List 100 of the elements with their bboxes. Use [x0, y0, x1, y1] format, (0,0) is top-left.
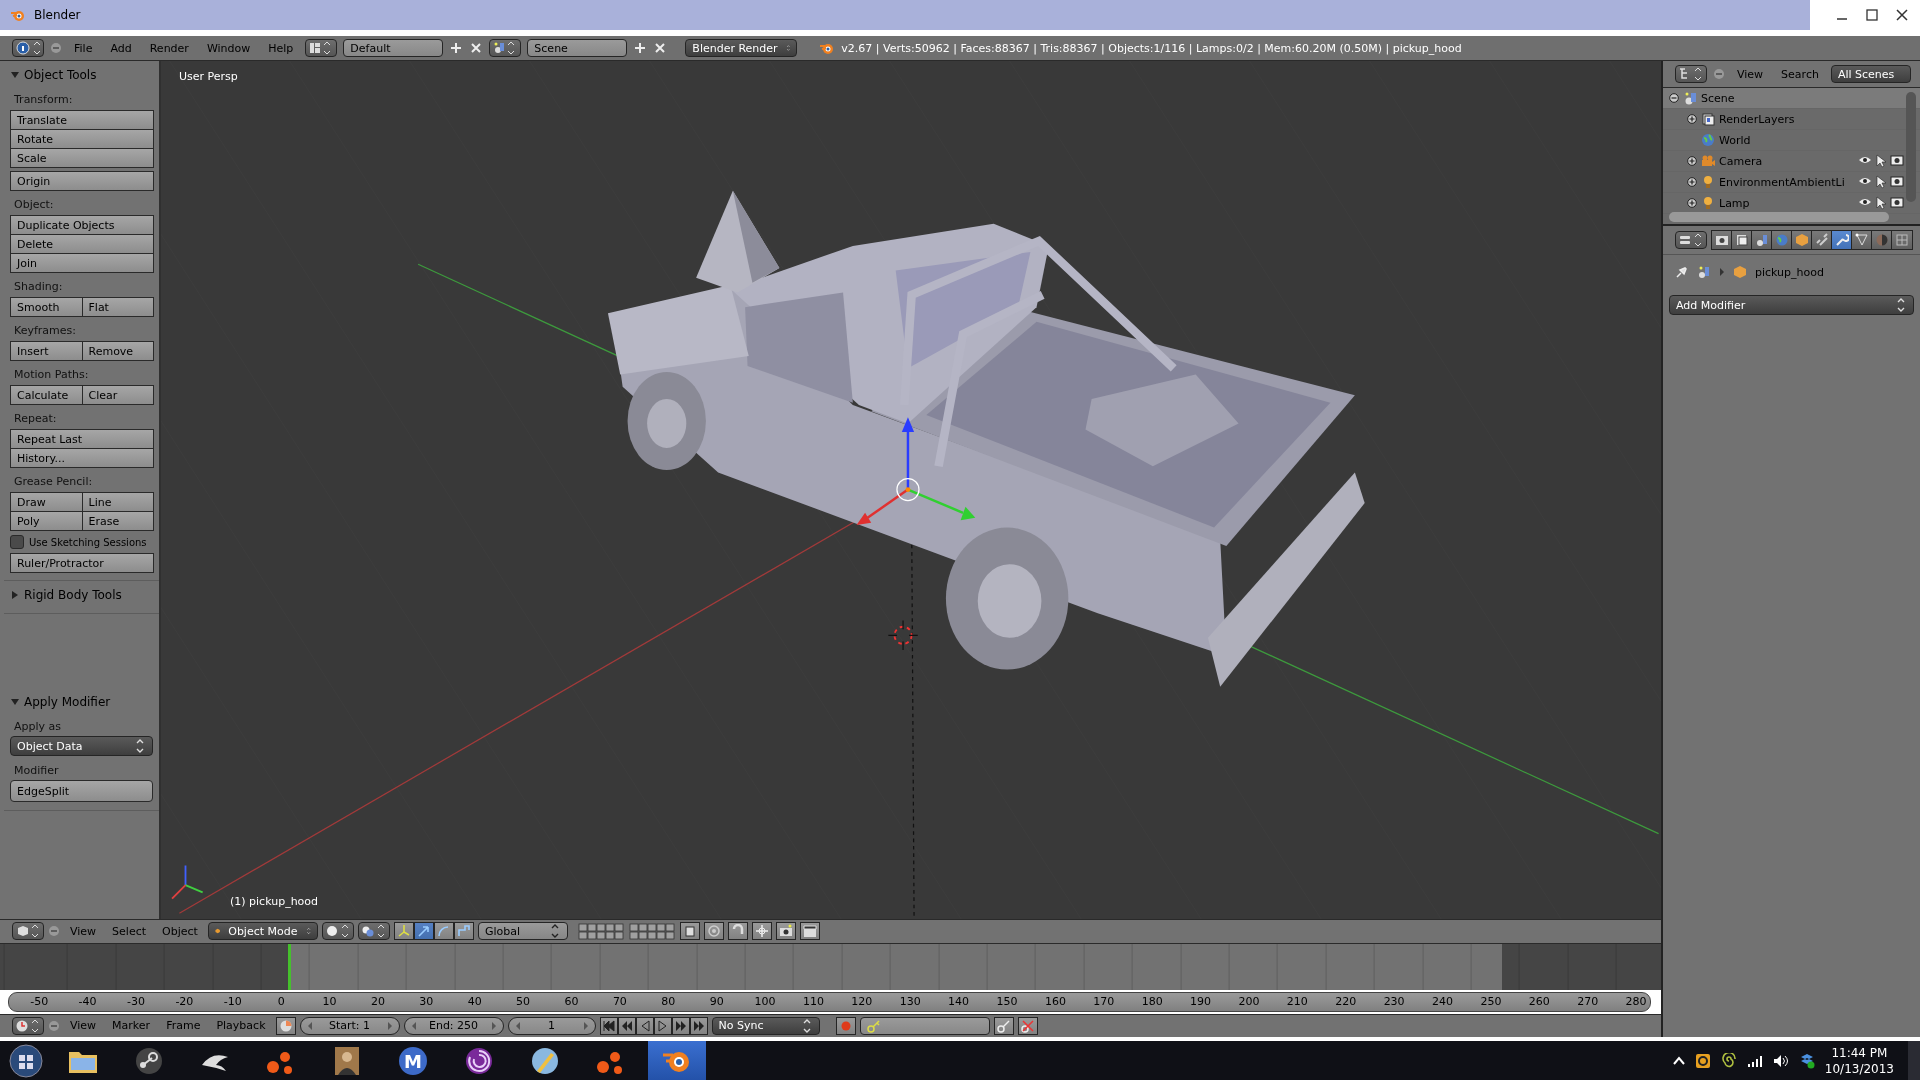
- add-icon[interactable]: [633, 41, 648, 55]
- tool-button[interactable]: Translate: [10, 110, 154, 130]
- close-icon[interactable]: [1896, 9, 1908, 21]
- lock-camera-icon[interactable]: [679, 922, 700, 941]
- record-icon[interactable]: [835, 1016, 856, 1035]
- jump-end-icon[interactable]: [689, 1016, 708, 1035]
- expand-toggle-icon[interactable]: [1687, 177, 1697, 187]
- preview-range-icon[interactable]: [275, 1016, 296, 1035]
- tool-button[interactable]: Remove: [81, 341, 154, 361]
- expand-toggle-icon[interactable]: [1687, 198, 1697, 208]
- menu-item[interactable]: View: [1731, 67, 1770, 81]
- add-icon[interactable]: [449, 41, 464, 55]
- tool-button[interactable]: Smooth: [10, 297, 83, 317]
- scene-tab-icon[interactable]: [1751, 230, 1773, 250]
- menu-item[interactable]: Select: [106, 924, 153, 938]
- menu-item[interactable]: Help: [262, 41, 300, 55]
- render-camera-icon[interactable]: [1890, 175, 1904, 187]
- expand-toggle-icon[interactable]: [1687, 156, 1697, 166]
- render-camera-icon[interactable]: [1890, 154, 1904, 166]
- remove-icon[interactable]: [653, 41, 668, 55]
- menu-item[interactable]: Marker: [106, 1019, 157, 1033]
- checkbox[interactable]: [10, 535, 24, 549]
- modifier-field[interactable]: EdgeSplit: [10, 780, 153, 802]
- wrench-tab-icon[interactable]: [1831, 230, 1853, 250]
- vertex-triangle-tab-icon[interactable]: [1851, 230, 1873, 250]
- pointer-arrow-icon[interactable]: [1876, 196, 1886, 210]
- previous-keyframe-icon[interactable]: [617, 1016, 636, 1035]
- timeline-editor-icon[interactable]: [12, 1016, 44, 1035]
- pivot-point-icon[interactable]: [357, 922, 390, 941]
- mode-dropdown[interactable]: Object Mode: [207, 922, 318, 941]
- play-icon[interactable]: [653, 1016, 672, 1035]
- tool-button[interactable]: Clear: [81, 385, 154, 405]
- outliner-item-label[interactable]: Scene: [1701, 91, 1735, 105]
- play-reverse-icon[interactable]: [635, 1016, 654, 1035]
- tool-button[interactable]: Insert: [10, 341, 83, 361]
- pointer-arrow-icon[interactable]: [1876, 175, 1886, 189]
- properties-editor-icon[interactable]: [1675, 231, 1707, 249]
- tool-button[interactable]: Duplicate Objects: [10, 215, 154, 235]
- add-modifier-dropdown[interactable]: Add Modifier: [1669, 295, 1914, 315]
- cursor-3d-icon[interactable]: [887, 620, 919, 651]
- signal-bars-icon[interactable]: [1746, 1054, 1763, 1068]
- outliner-item-label[interactable]: World: [1719, 133, 1751, 147]
- expand-toggle-icon[interactable]: [1669, 93, 1679, 103]
- chain-link-tab-icon[interactable]: [1811, 230, 1833, 250]
- layer-buttons-grid[interactable]: [577, 922, 625, 940]
- end-frame-field[interactable]: End: 250: [403, 1016, 504, 1035]
- camera-tab-icon[interactable]: [1711, 230, 1733, 250]
- render-camera-icon[interactable]: [775, 922, 796, 941]
- cube-tab-icon[interactable]: [1791, 230, 1813, 250]
- sync-dropdown[interactable]: No Sync: [711, 1016, 820, 1035]
- vertical-scrollbar[interactable]: [1906, 92, 1916, 202]
- menu-item[interactable]: Object: [156, 924, 204, 938]
- tray-app-icon[interactable]: [1694, 1053, 1711, 1069]
- menu-item[interactable]: Search: [1775, 67, 1825, 81]
- render-layers-tab-icon[interactable]: [1731, 230, 1753, 250]
- material-sphere-tab-icon[interactable]: [1871, 230, 1893, 250]
- pointer-arrow-icon[interactable]: [1876, 154, 1886, 168]
- eye-icon[interactable]: [1858, 154, 1872, 166]
- tool-button[interactable]: Join: [10, 253, 154, 273]
- eye-icon[interactable]: [1858, 196, 1872, 208]
- tool-button[interactable]: History...: [10, 448, 154, 468]
- menu-item[interactable]: Playback: [210, 1019, 272, 1033]
- menu-item[interactable]: View: [64, 924, 103, 938]
- maximize-icon[interactable]: [1866, 9, 1878, 21]
- start-frame-field[interactable]: Start: 1: [299, 1016, 400, 1035]
- menu-item[interactable]: Window: [200, 41, 257, 55]
- tool-button[interactable]: Flat: [81, 297, 154, 317]
- clock[interactable]: 11:44 PM 10/13/2013: [1824, 1045, 1894, 1077]
- grid-tab-icon[interactable]: [1891, 230, 1913, 250]
- next-keyframe-icon[interactable]: [671, 1016, 690, 1035]
- tool-button[interactable]: Scale: [10, 148, 154, 168]
- outliner-item-label[interactable]: Camera: [1719, 154, 1763, 168]
- magnet-icon[interactable]: [727, 922, 748, 941]
- tool-button[interactable]: Repeat Last: [10, 429, 154, 449]
- taskbar-app-button[interactable]: M: [384, 1041, 442, 1080]
- menu-item[interactable]: File: [68, 41, 99, 55]
- display-mode-dropdown[interactable]: All Scenes: [1830, 65, 1911, 83]
- clapperboard-icon[interactable]: [799, 922, 820, 941]
- editor-type-icon[interactable]: [12, 922, 44, 941]
- disclosure-triangle-icon[interactable]: [10, 70, 20, 80]
- horizontal-scrollbar[interactable]: [1669, 212, 1889, 222]
- tool-button[interactable]: Ruler/Protractor: [10, 553, 154, 573]
- scene-field[interactable]: Scene: [527, 39, 628, 57]
- menu-item[interactable]: Render: [143, 41, 195, 55]
- menu-item[interactable]: Add: [104, 41, 138, 55]
- manipulator-axes-icon[interactable]: [393, 922, 414, 941]
- start-button[interactable]: [6, 1041, 46, 1080]
- tool-button[interactable]: Line: [81, 492, 154, 512]
- expand-toggle-icon[interactable]: [1687, 114, 1697, 124]
- delete-keyframe-icon[interactable]: [1017, 1016, 1038, 1035]
- scene-icon[interactable]: [489, 39, 522, 57]
- tool-button[interactable]: Delete: [10, 234, 154, 254]
- render-engine-dropdown[interactable]: Blender Render: [685, 39, 798, 57]
- tool-button[interactable]: Origin: [10, 171, 154, 191]
- insert-keyframe-icon[interactable]: [993, 1016, 1014, 1035]
- spiral-icon[interactable]: [1720, 1053, 1737, 1069]
- render-camera-icon[interactable]: [1890, 196, 1904, 208]
- menu-item[interactable]: Frame: [160, 1019, 207, 1033]
- outliner-item-label[interactable]: Lamp: [1719, 196, 1750, 210]
- outliner-item-label[interactable]: EnvironmentAmbientLi: [1719, 175, 1845, 189]
